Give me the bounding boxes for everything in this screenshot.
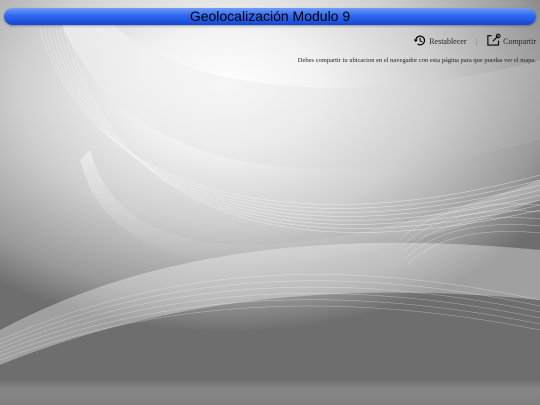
reset-button[interactable]: Restablecer (412, 34, 467, 47)
share-button[interactable]: Compartir (486, 33, 536, 47)
title-bar: Geolocalización Modulo 9 (4, 8, 536, 25)
toolbar: Restablecer | Compartir (412, 33, 536, 47)
page-title: Geolocalización Modulo 9 (189, 8, 351, 24)
reset-label: Restablecer (429, 37, 467, 46)
share-label: Compartir (503, 37, 536, 46)
location-permission-message: Debes compartir tu ubicacion en el naveg… (297, 57, 536, 64)
share-icon (486, 33, 501, 47)
bottom-band (0, 379, 540, 405)
toolbar-separator: | (475, 37, 478, 46)
history-icon (412, 34, 427, 47)
